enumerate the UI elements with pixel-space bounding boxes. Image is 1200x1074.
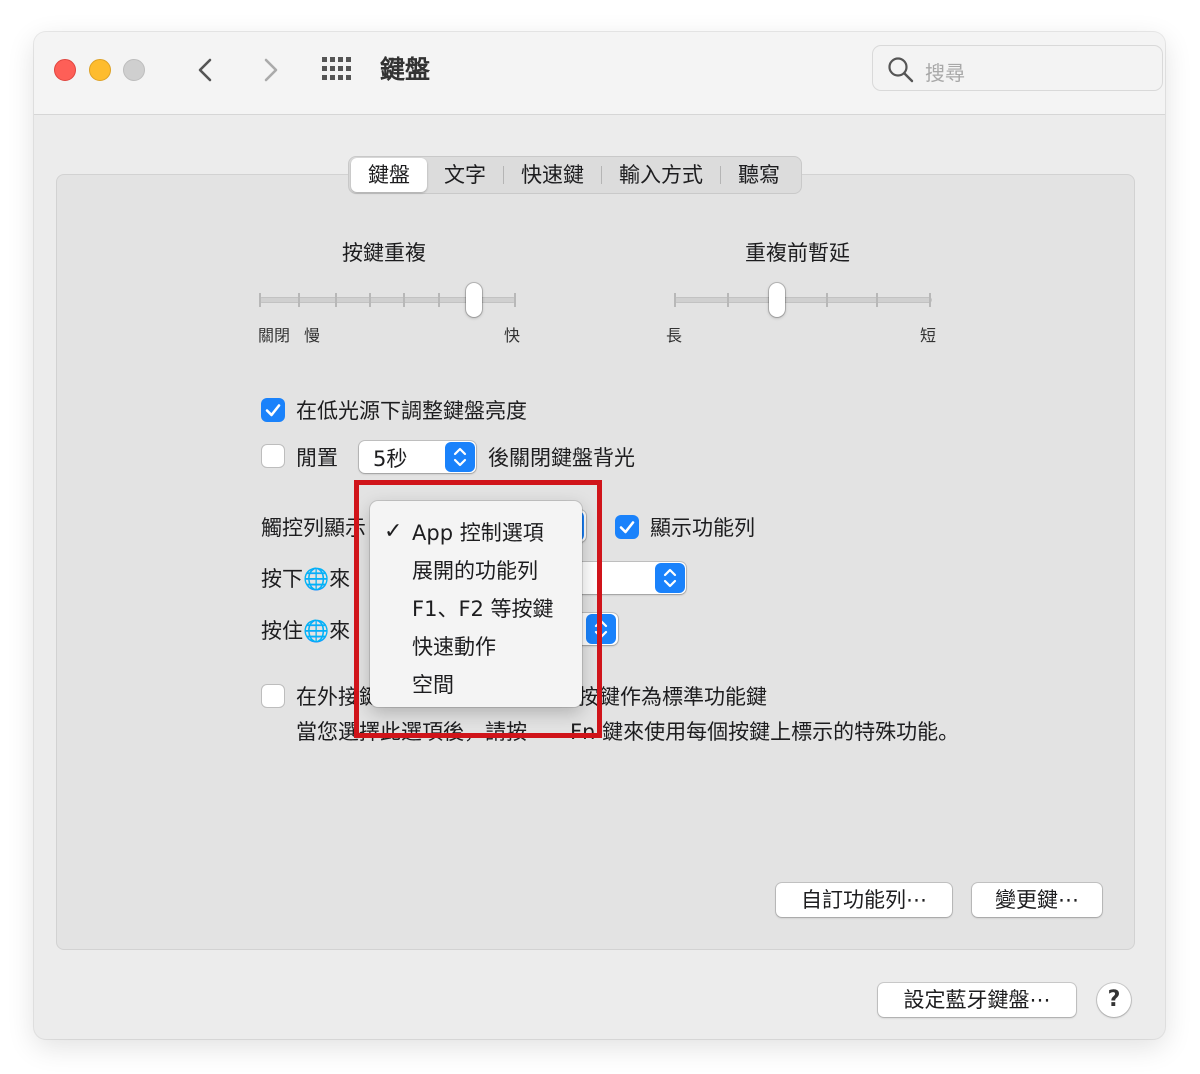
- checkmark-icon: [619, 521, 635, 534]
- delay-slider-thumb[interactable]: [769, 283, 785, 317]
- delay-short-label: 短: [920, 326, 937, 345]
- slider-tick: [438, 293, 440, 307]
- key-repeat-slow-label: 慢: [304, 326, 321, 345]
- modifier-keys-button[interactable]: 變更鍵⋯: [972, 883, 1102, 917]
- key-repeat-title: 按鍵重複: [342, 241, 426, 265]
- delay-until-repeat-title: 重複前暫延: [745, 241, 850, 265]
- slider-tick: [727, 293, 729, 307]
- chevron-left-icon: [198, 58, 212, 82]
- customize-control-strip-button[interactable]: 自訂功能列⋯: [776, 883, 952, 917]
- tab-input-sources[interactable]: 輸入方式: [602, 158, 720, 192]
- zoom-window-button[interactable]: [123, 59, 145, 81]
- backlight-off-checkbox[interactable]: [261, 444, 285, 468]
- back-button[interactable]: [188, 52, 224, 88]
- tab-shortcuts[interactable]: 快速鍵: [504, 158, 601, 192]
- press-globe-label: 按下🌐來: [261, 567, 351, 591]
- show-all-grid-icon[interactable]: [320, 55, 356, 85]
- key-repeat-off-label: 關閉: [258, 326, 291, 345]
- tab-bar: 鍵盤 文字 快速鍵 輸入方式 聽寫: [348, 156, 802, 194]
- slider-tick: [259, 293, 261, 307]
- use-fn-keys-label-end: 按鍵作為標準功能鍵: [578, 685, 767, 709]
- slider-track: [674, 297, 932, 303]
- forward-button[interactable]: [252, 52, 288, 88]
- slider-tick: [335, 293, 337, 307]
- touchbar-shows-label: 觸控列顯示: [261, 516, 366, 540]
- chevron-updown-icon: [453, 447, 467, 467]
- show-control-strip-checkbox[interactable]: [615, 515, 639, 539]
- slider-tick: [369, 293, 371, 307]
- slider-tick: [514, 293, 516, 307]
- fn-keys-description-end: Fn 鍵來使用每個按鍵上標示的特殊功能。: [570, 720, 960, 744]
- slider-tick: [403, 293, 405, 307]
- chevron-updown-icon: [663, 568, 677, 588]
- chevron-right-icon: [264, 58, 278, 82]
- tab-text[interactable]: 文字: [427, 158, 503, 192]
- adjust-brightness-checkbox[interactable]: [261, 398, 285, 422]
- annotation-highlight-box: [354, 480, 602, 738]
- slider-tick: [929, 293, 931, 307]
- popup-arrows: [445, 442, 475, 472]
- use-fn-keys-checkbox[interactable]: [261, 684, 285, 708]
- window-title: 鍵盤: [380, 55, 431, 84]
- backlight-idle-label: 閒置: [296, 446, 338, 470]
- slider-tick: [826, 293, 828, 307]
- key-repeat-fast-label: 快: [504, 326, 521, 345]
- slider-tick: [674, 293, 676, 307]
- help-button[interactable]: ?: [1097, 983, 1131, 1017]
- popup-arrows: [655, 563, 685, 593]
- key-repeat-slider-thumb[interactable]: [466, 283, 482, 317]
- slider-tick: [298, 293, 300, 307]
- tab-keyboard[interactable]: 鍵盤: [351, 158, 427, 192]
- search-field[interactable]: 搜尋: [872, 45, 1163, 91]
- preferences-window: 鍵盤 搜尋 鍵盤 文字 快速鍵 輸入方式 聽寫 按鍵重複 關閉 慢 快 重複前暫…: [34, 32, 1165, 1039]
- minimize-window-button[interactable]: [89, 59, 111, 81]
- backlight-off-label: 後關閉鍵盤背光: [488, 446, 635, 470]
- backlight-time-popup[interactable]: 5秒: [359, 441, 476, 473]
- title-bar: 鍵盤 搜尋: [34, 32, 1165, 115]
- close-window-button[interactable]: [54, 59, 76, 81]
- show-control-strip-label: 顯示功能列: [650, 516, 755, 540]
- search-icon: [888, 57, 914, 83]
- checkmark-icon: [265, 404, 281, 417]
- search-placeholder: 搜尋: [925, 61, 965, 85]
- setup-bluetooth-keyboard-button[interactable]: 設定藍牙鍵盤⋯: [878, 983, 1076, 1017]
- backlight-time-value: 5秒: [373, 447, 408, 471]
- tab-dictation[interactable]: 聽寫: [721, 158, 797, 192]
- slider-tick: [876, 293, 878, 307]
- hold-globe-label: 按住🌐來: [261, 619, 351, 643]
- delay-long-label: 長: [666, 326, 683, 345]
- adjust-brightness-label: 在低光源下調整鍵盤亮度: [296, 399, 527, 423]
